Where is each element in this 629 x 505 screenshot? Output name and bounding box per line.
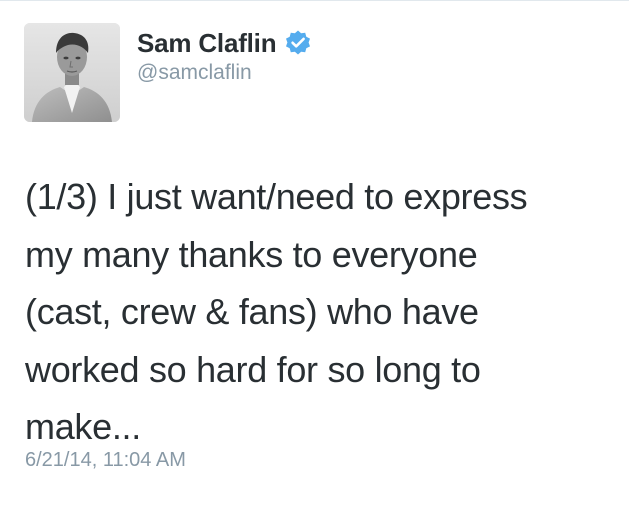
- top-divider: [0, 0, 629, 1]
- author-display-name[interactable]: Sam Claflin: [137, 28, 277, 59]
- author-name-row: Sam Claflin: [137, 26, 312, 60]
- verified-badge-icon: [284, 29, 312, 57]
- tweet-timestamp[interactable]: 6/21/14, 11:04 AM: [25, 449, 186, 472]
- avatar[interactable]: [24, 23, 120, 122]
- avatar-photo: [24, 23, 120, 122]
- author-handle[interactable]: @samclaflin: [137, 61, 252, 85]
- tweet-text: (1/3) I just want/need to express my man…: [25, 176, 528, 447]
